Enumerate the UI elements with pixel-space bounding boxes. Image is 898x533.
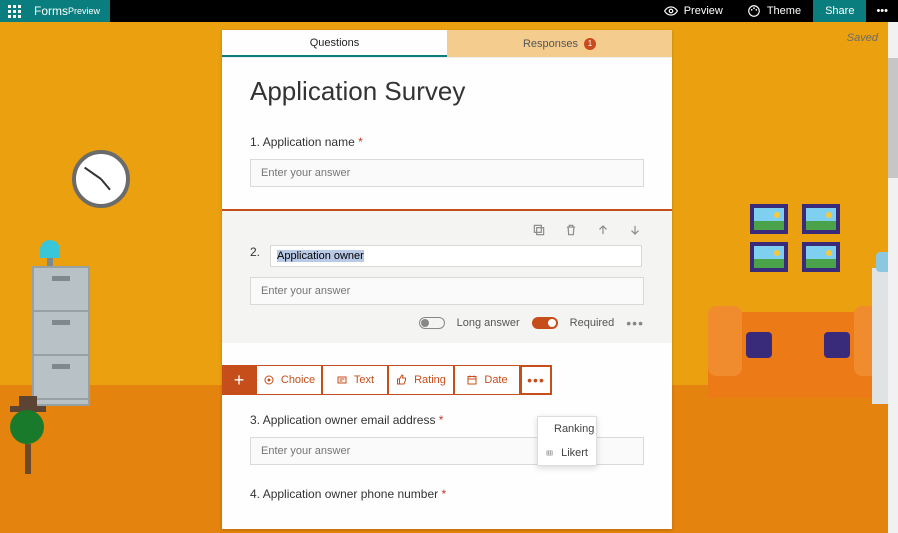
question-block[interactable]: 4. Application owner phone number * <box>250 487 644 501</box>
share-button[interactable]: Share <box>813 0 866 22</box>
eye-icon <box>664 4 678 18</box>
more-button[interactable]: ••• <box>866 0 898 22</box>
picture-decoration <box>802 242 840 272</box>
question-number: 1. <box>250 135 260 149</box>
plant-decoration <box>10 396 46 474</box>
add-more-dropdown: Ranking Likert <box>537 416 597 466</box>
theme-label: Theme <box>767 5 801 17</box>
question-more-icon[interactable]: ••• <box>626 315 644 331</box>
add-text-label: Text <box>354 374 374 386</box>
add-date-label: Date <box>484 374 507 386</box>
add-rating-label: Rating <box>414 374 446 386</box>
waffle-icon <box>8 5 21 18</box>
tab-questions[interactable]: Questions <box>222 30 447 57</box>
tab-label: Questions <box>310 37 360 49</box>
question-number: 2. <box>250 245 270 259</box>
brand[interactable]: FormsPreview <box>28 0 110 22</box>
dropdown-label: Ranking <box>554 423 594 435</box>
add-question-button[interactable]: + <box>222 365 256 395</box>
move-up-icon[interactable] <box>596 223 610 237</box>
app-launcher[interactable] <box>0 0 28 22</box>
question-label: 1. Application name * <box>250 135 644 149</box>
text-icon <box>336 374 348 386</box>
vertical-scrollbar[interactable] <box>888 22 898 533</box>
calendar-icon <box>466 374 478 386</box>
question-number: 3. <box>250 413 260 427</box>
form-title[interactable]: Application Survey <box>250 76 644 107</box>
answer-input[interactable] <box>250 277 644 305</box>
question-block[interactable]: 1. Application name * <box>250 135 644 187</box>
question-label: 4. Application owner phone number * <box>250 487 644 501</box>
question-text: Application owner email address <box>263 413 436 427</box>
preview-label: Preview <box>684 5 723 17</box>
add-text-button[interactable]: Text <box>322 365 388 395</box>
brand-name: Forms <box>34 4 68 18</box>
required-asterisk: * <box>441 487 446 501</box>
lamp-decoration <box>40 240 60 258</box>
question-number: 4. <box>250 487 260 501</box>
dropdown-label: Likert <box>561 447 588 459</box>
answer-input[interactable] <box>250 159 644 187</box>
ellipsis-icon: ••• <box>876 5 888 17</box>
required-label: Required <box>570 317 615 329</box>
required-asterisk: * <box>358 135 363 149</box>
question-block-selected[interactable]: 2. Application owner Long answer Require… <box>222 209 672 343</box>
brand-suffix: Preview <box>68 6 100 16</box>
page-canvas: Saved Questions Responses 1 Application … <box>0 22 898 533</box>
picture-decoration <box>750 204 788 234</box>
tab-label: Responses <box>523 38 578 50</box>
dropdown-item-likert[interactable]: Likert <box>538 441 596 465</box>
required-asterisk: * <box>439 413 444 427</box>
required-toggle[interactable] <box>532 317 558 329</box>
question-title-text: Application owner <box>277 250 364 262</box>
long-answer-toggle[interactable] <box>419 317 445 329</box>
add-date-button[interactable]: Date <box>454 365 520 395</box>
tab-responses[interactable]: Responses 1 <box>447 30 672 57</box>
app-bar: FormsPreview Preview Theme Share ••• <box>0 0 898 22</box>
sofa-decoration <box>708 312 888 398</box>
long-answer-label: Long answer <box>457 317 520 329</box>
theme-button[interactable]: Theme <box>735 0 813 22</box>
add-more-button[interactable]: ••• <box>520 365 552 395</box>
question-toolbar <box>250 221 644 245</box>
preview-button[interactable]: Preview <box>652 0 735 22</box>
add-question-row: + Choice Text Rating Date ••• <box>222 365 672 395</box>
cabinet-decoration <box>32 266 90 406</box>
tab-strip: Questions Responses 1 <box>222 30 672 58</box>
likert-icon <box>546 447 553 459</box>
clock-decoration <box>72 150 130 208</box>
appbar-spacer <box>110 0 652 22</box>
trash-icon[interactable] <box>564 223 578 237</box>
question-text: Application name <box>263 135 355 149</box>
move-down-icon[interactable] <box>628 223 642 237</box>
question-options: Long answer Required ••• <box>250 315 644 331</box>
palette-icon <box>747 4 761 18</box>
add-choice-button[interactable]: Choice <box>256 365 322 395</box>
form-surface: Questions Responses 1 Application Survey… <box>222 30 672 529</box>
picture-decoration <box>750 242 788 272</box>
copy-icon[interactable] <box>532 223 546 237</box>
dropdown-item-ranking[interactable]: Ranking <box>538 417 596 441</box>
question-title-input[interactable]: Application owner <box>270 245 642 267</box>
picture-decoration <box>802 204 840 234</box>
add-rating-button[interactable]: Rating <box>388 365 454 395</box>
form-body: Application Survey 1. Application name * <box>222 58 672 529</box>
saved-status: Saved <box>847 32 878 44</box>
thumbs-up-icon <box>396 374 408 386</box>
scroll-thumb[interactable] <box>888 58 898 178</box>
responses-badge: 1 <box>584 38 596 50</box>
add-choice-label: Choice <box>281 374 315 386</box>
question-text: Application owner phone number <box>263 487 438 501</box>
radio-icon <box>263 374 275 386</box>
share-label: Share <box>825 5 854 17</box>
